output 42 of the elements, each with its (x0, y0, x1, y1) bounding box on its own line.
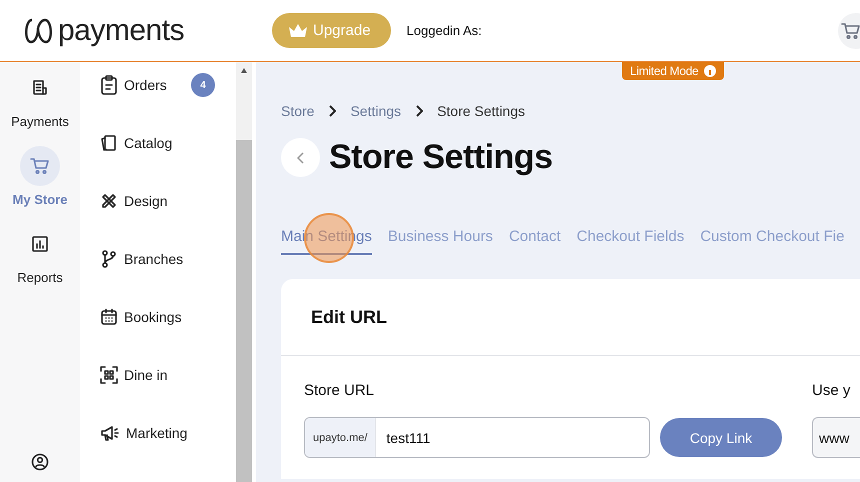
branch-icon (100, 249, 118, 269)
calendar-icon (100, 308, 118, 326)
menu-item[interactable]: Orders 4 (100, 70, 236, 100)
chevron-left-icon (296, 152, 304, 164)
logo-text: payments (58, 14, 184, 48)
domain-field[interactable]: www (812, 417, 860, 458)
menu-item[interactable]: Design (100, 186, 236, 216)
field-label: Use y (812, 382, 852, 400)
scrollbar-thumb[interactable] (236, 140, 252, 482)
menu-item[interactable]: Bookings (100, 302, 236, 332)
breadcrumb-current: Store Settings (437, 103, 525, 119)
cart-icon (841, 22, 860, 40)
page-title: Store Settings (329, 138, 552, 177)
card-title: Edit URL (311, 306, 387, 328)
store-url-field[interactable]: upayto.me/ test111 (304, 417, 650, 458)
chevron-right-icon (415, 105, 424, 117)
rail-item[interactable]: Payments (11, 68, 69, 129)
menu-item[interactable]: Dine in (100, 360, 236, 390)
receipt-icon (31, 79, 49, 97)
breadcrumb-link[interactable]: Settings (350, 103, 402, 119)
copy-link-button[interactable]: Copy Link (660, 418, 782, 457)
menu-item[interactable]: Marketing (100, 418, 236, 448)
cart-icon (30, 157, 50, 175)
field-label: Store URL (304, 382, 376, 400)
qr-scan-icon (100, 366, 118, 384)
logged-in-label: Loggedin As: (406, 23, 482, 38)
breadcrumb-link[interactable]: Store (281, 103, 314, 119)
count-badge: 4 (191, 73, 215, 97)
rail-item[interactable]: Reports (17, 224, 63, 285)
scroll-up-icon[interactable] (241, 68, 247, 73)
pencil-ruler-icon (100, 192, 118, 210)
clipboard-icon (100, 75, 118, 95)
menu-item[interactable]: Branches (100, 244, 236, 274)
info-icon (704, 65, 716, 77)
chart-icon (31, 235, 49, 253)
crown-icon (288, 22, 308, 38)
chevron-right-icon (328, 105, 336, 117)
menu-item[interactable]: Catalog (100, 128, 236, 158)
user-icon (31, 453, 49, 471)
cards-icon (100, 134, 118, 152)
megaphone-icon (100, 424, 120, 442)
rail-item[interactable]: My Store (12, 146, 68, 207)
